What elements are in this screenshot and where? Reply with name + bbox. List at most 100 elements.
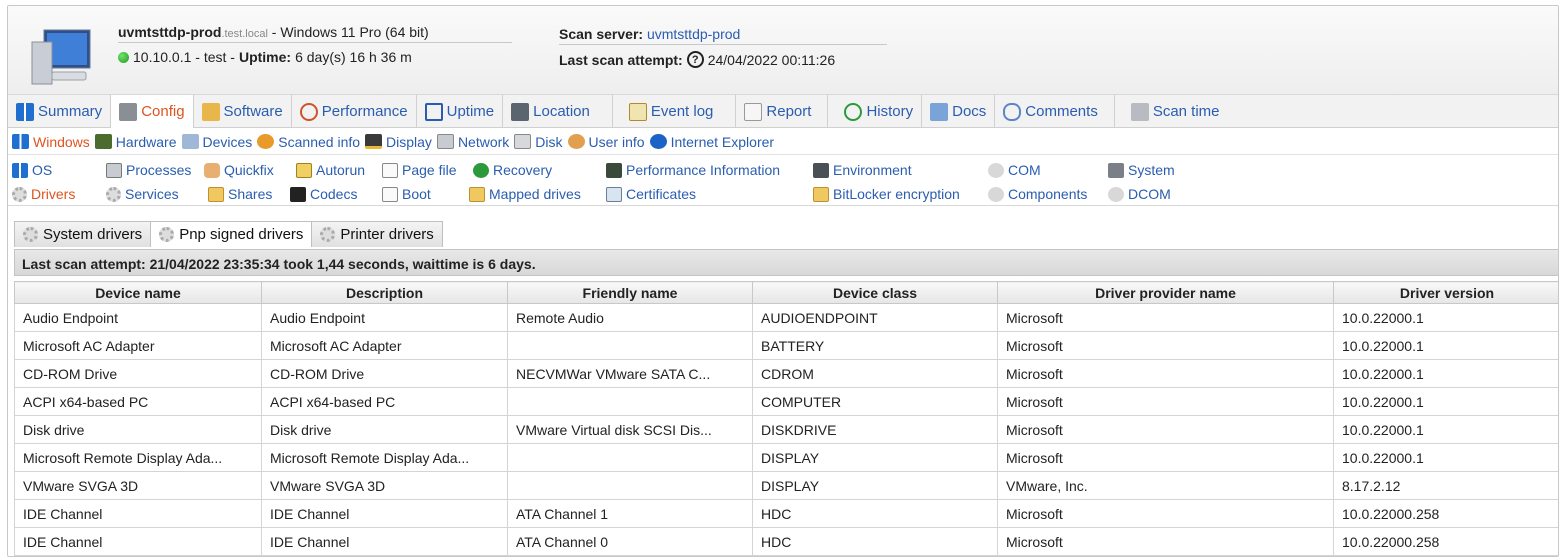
tab-system-drivers[interactable]: System drivers [14, 221, 152, 247]
column-header[interactable]: Driver provider name [997, 281, 1334, 304]
table-cell: Microsoft [997, 331, 1334, 360]
status-line: 10.10.0.1 - test - Uptime: 6 day(s) 16 h… [118, 49, 412, 65]
column-header[interactable]: Description [261, 281, 508, 304]
tab-comments[interactable]: Comments [995, 95, 1115, 128]
link-services[interactable]: Services [106, 184, 179, 204]
table-row[interactable]: IDE Channel IDE Channel ATA Channel 0 HDC Mi… [14, 527, 1558, 556]
help-icon[interactable]: ? [686, 51, 704, 68]
tab-scan-time[interactable]: Scan time [1115, 95, 1228, 128]
subtab-internet-explorer[interactable]: Internet Explorer [649, 134, 774, 150]
table-cell: ACPI x64-based PC [14, 387, 262, 416]
link-bitlocker-encryption[interactable]: BitLocker encryption [813, 184, 960, 204]
tab-config[interactable]: Config [111, 95, 194, 128]
table-cell: IDE Channel [14, 527, 262, 556]
table-row[interactable]: Audio Endpoint Audio Endpoint Remote Audio… [14, 303, 1558, 332]
link-boot[interactable]: Boot [382, 184, 431, 204]
column-header[interactable]: Driver version [1333, 281, 1558, 304]
table-cell: VMware SVGA 3D [14, 471, 262, 500]
link-com[interactable]: COM [988, 160, 1041, 180]
subtab-devices[interactable]: Devices [181, 134, 252, 150]
link-label: Performance Information [626, 162, 781, 178]
table-cell: ATA Channel 0 [507, 527, 753, 556]
link-os[interactable]: OS [12, 160, 52, 180]
table-cell: Disk drive [14, 415, 262, 444]
tab-docs[interactable]: Docs [922, 95, 996, 128]
bandage-icon [204, 162, 220, 178]
link-processes[interactable]: Processes [106, 160, 191, 180]
table-row[interactable]: CD-ROM Drive CD-ROM Drive NECVMWar VMware … [14, 359, 1558, 388]
link-mapped-drives[interactable]: Mapped drives [469, 184, 581, 204]
display-icon [365, 134, 383, 149]
table-row[interactable]: VMware SVGA 3D VMware SVGA 3D DISPLAY VMwar… [14, 471, 1558, 500]
link-shares[interactable]: Shares [208, 184, 272, 204]
tab-printer-drivers[interactable]: Printer drivers [311, 221, 443, 247]
link-autorun[interactable]: Autorun [296, 160, 365, 180]
tab-uptime[interactable]: Uptime [417, 95, 504, 128]
link-drivers[interactable]: Drivers [12, 184, 75, 204]
tab-location[interactable]: Location [503, 95, 613, 128]
system-icon [1108, 162, 1124, 178]
recovery-icon [473, 162, 489, 178]
autorun-icon [296, 162, 312, 178]
table-row[interactable]: Microsoft AC Adapter Microsoft AC Adapter… [14, 331, 1558, 360]
table-cell [507, 387, 753, 416]
config-subtabs: Windows Hardware Devices Scanned info Di… [8, 129, 1558, 155]
hardware-icon [94, 134, 112, 149]
table-row[interactable]: ACPI x64-based PC ACPI x64-based PC COMPUT… [14, 387, 1558, 416]
link-components[interactable]: Components [988, 184, 1087, 204]
link-label: BitLocker encryption [833, 186, 960, 202]
subtab-user-info[interactable]: User info [567, 134, 645, 150]
subtab-disk[interactable]: Disk [514, 134, 563, 150]
table-cell: ACPI x64-based PC [261, 387, 508, 416]
table-cell: IDE Channel [261, 527, 508, 556]
link-quickfix[interactable]: Quickfix [204, 160, 274, 180]
table-cell: 10.0.22000.1 [1333, 331, 1558, 360]
link-performance-information[interactable]: Performance Information [606, 160, 780, 180]
tab-label: History [866, 103, 914, 120]
table-row[interactable]: Microsoft Remote Display Ada... Microsoft… [14, 443, 1558, 472]
scan-server-link[interactable]: uvmtsttdp-prod [647, 26, 740, 42]
column-header[interactable]: Device name [14, 281, 262, 304]
scan-server-line: Scan server: uvmtsttdp-prod [559, 26, 740, 42]
table-row[interactable]: IDE Channel IDE Channel ATA Channel 1 HDC Mi… [14, 499, 1558, 528]
hostname[interactable]: uvmtsttdp-prod [118, 24, 221, 40]
table-cell: Microsoft [997, 527, 1334, 556]
table-cell: Microsoft [997, 387, 1334, 416]
link-certificates[interactable]: Certificates [606, 184, 696, 204]
table-cell: DISKDRIVE [752, 415, 998, 444]
tab-label: Printer drivers [340, 226, 434, 243]
link-page-file[interactable]: Page file [382, 160, 456, 180]
subtab-display[interactable]: Display [365, 134, 432, 150]
subtab-scanned-info[interactable]: Scanned info [257, 134, 360, 150]
link-dcom[interactable]: DCOM [1108, 184, 1171, 204]
link-environment[interactable]: Environment [813, 160, 912, 180]
link-recovery[interactable]: Recovery [473, 160, 552, 180]
config-links: OS Processes Quickfix Autorun Page file … [8, 158, 1558, 206]
tab-history[interactable]: History [828, 95, 923, 128]
link-system[interactable]: System [1108, 160, 1175, 180]
table-cell: Microsoft [997, 359, 1334, 388]
asset-header: uvmtsttdp-prod.test.local - Windows 11 P… [8, 6, 1558, 95]
tab-pnp-signed-drivers[interactable]: Pnp signed drivers [150, 221, 313, 247]
link-label: Codecs [310, 186, 358, 202]
components-icon [988, 186, 1004, 202]
tab-report[interactable]: Report [736, 95, 829, 128]
certificate-icon [606, 186, 622, 202]
tab-summary[interactable]: Summary [8, 95, 112, 128]
tab-label: Comments [1025, 103, 1098, 120]
tab-label: Report [766, 103, 812, 120]
tab-performance[interactable]: Performance [292, 95, 417, 128]
link-codecs[interactable]: Codecs [290, 184, 357, 204]
subtab-hardware[interactable]: Hardware [94, 134, 177, 150]
tab-software[interactable]: Software [194, 95, 292, 128]
table-row[interactable]: Disk drive Disk drive VMware Virtual disk … [14, 415, 1558, 444]
subtab-network[interactable]: Network [436, 134, 509, 150]
column-header[interactable]: Friendly name [507, 281, 753, 304]
column-header[interactable]: Device class [752, 281, 998, 304]
environment-icon [813, 162, 829, 178]
subtab-windows[interactable]: Windows [12, 134, 90, 150]
tab-label: Docs [952, 103, 987, 120]
network-icon [436, 134, 454, 149]
table-cell: VMware Virtual disk SCSI Dis... [507, 415, 753, 444]
tab-event-log[interactable]: Event log [613, 95, 737, 128]
